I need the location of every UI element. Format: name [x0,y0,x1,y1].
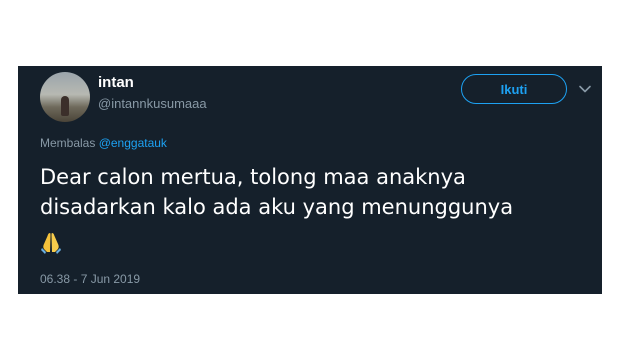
tweet-card: intan @intannkusumaaa Ikuti Membalas @en… [18,66,602,294]
tweet-text-line: Dear calon mertua, tolong maa anaknya [40,165,466,189]
tweet-text-line: disadarkan kalo ada aku yang menunggunya [40,195,514,219]
reply-prefix: Membalas [40,136,96,150]
folded-hands-icon [41,233,61,254]
chevron-down-icon[interactable] [578,82,592,96]
follow-button[interactable]: Ikuti [461,74,567,104]
display-name[interactable]: intan [98,74,134,91]
timestamp-link[interactable]: 06.38 - 7 Jun 2019 [40,272,140,286]
avatar[interactable] [40,72,90,122]
username[interactable]: @intannkusumaaa [98,96,207,111]
reply-mention-link[interactable]: @enggatauk [99,136,167,150]
reply-context: Membalas @enggatauk [40,136,167,150]
avatar-figure [61,96,69,116]
tweet-text: Dear calon mertua, tolong maa anaknya di… [40,162,580,222]
